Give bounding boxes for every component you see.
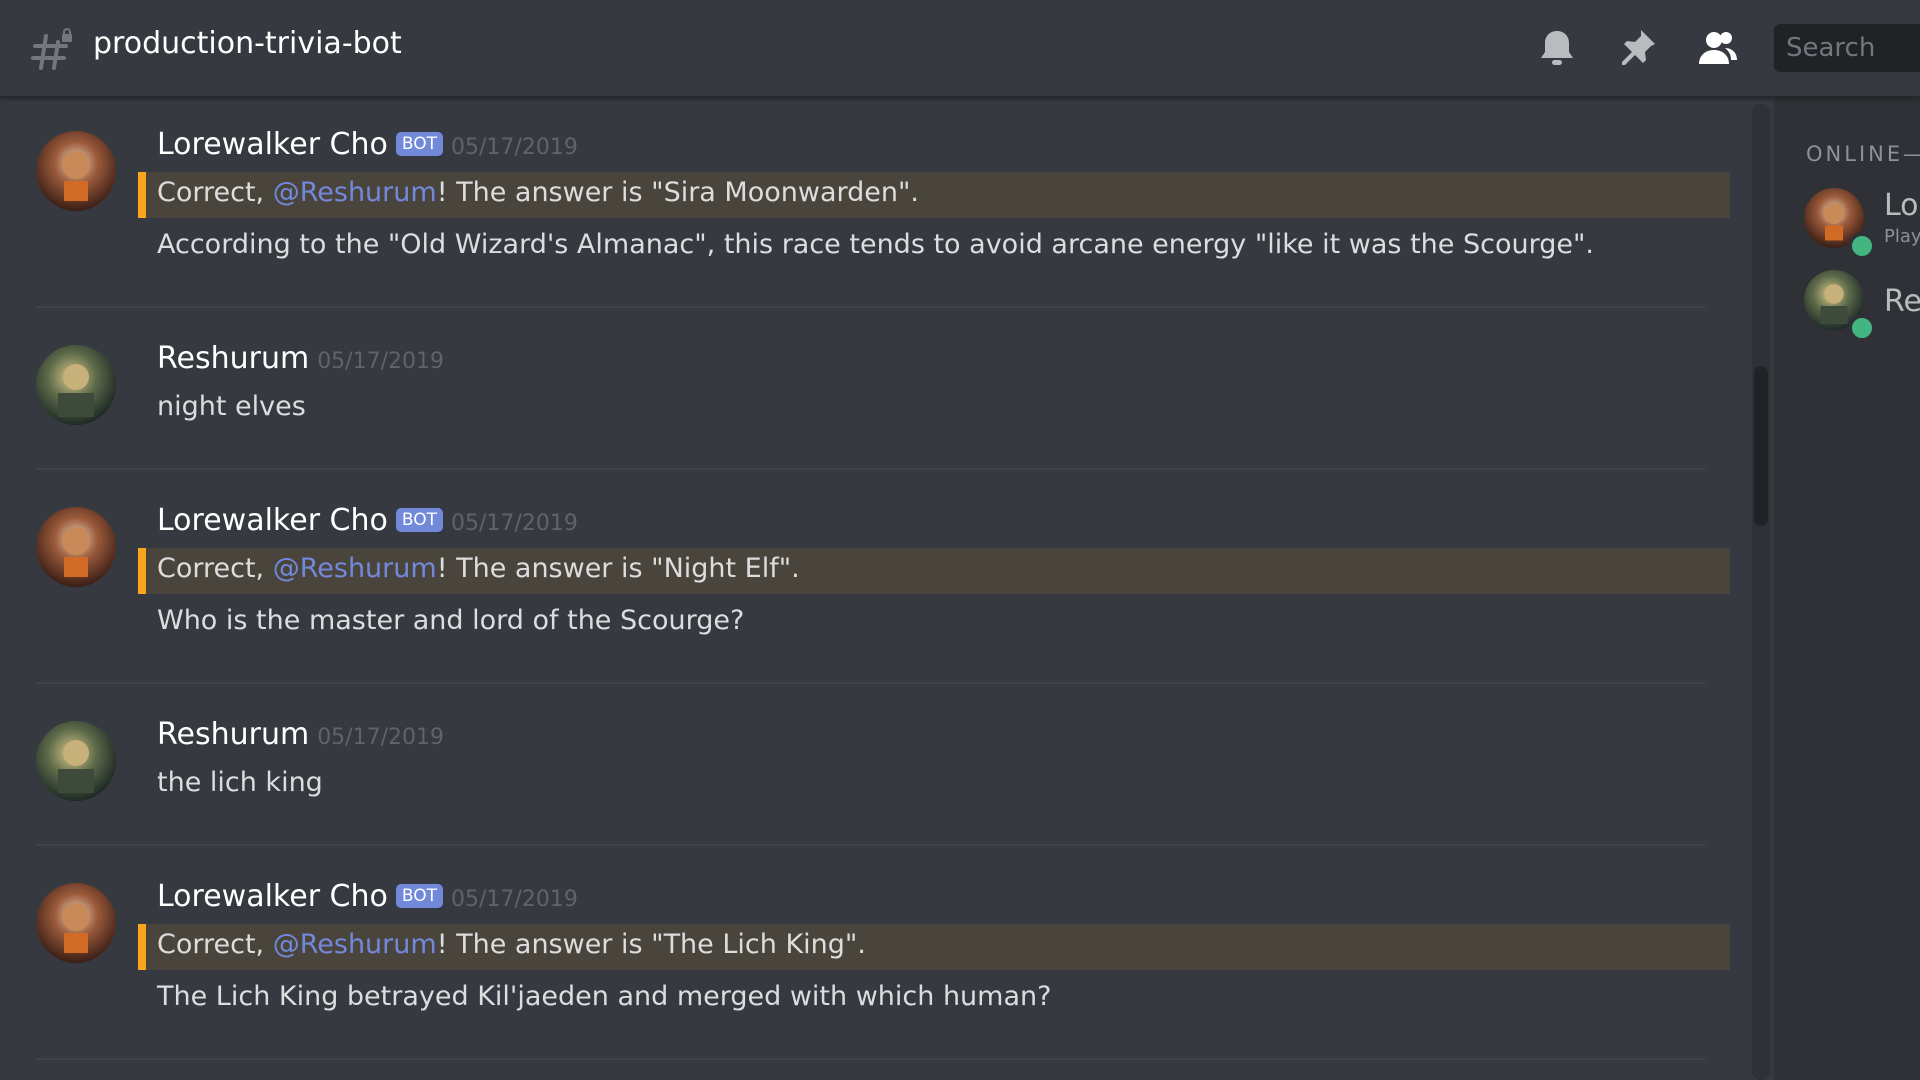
message-divider <box>36 1058 1706 1060</box>
pin-icon[interactable] <box>1615 26 1659 70</box>
member-name: Re <box>1884 284 1920 319</box>
message-list[interactable]: Lorewalker Cho BOT 05/17/2019 Correct, @Re… <box>0 98 1760 1080</box>
avatar[interactable] <box>36 507 116 587</box>
text-prefix: Correct, <box>157 929 273 960</box>
timestamp: 05/17/2019 <box>451 135 578 160</box>
message-text-highlighted: Correct, @Reshurum! The answer is "The L… <box>157 929 866 960</box>
notification-bell-icon[interactable] <box>1535 26 1579 70</box>
member-name: Lor <box>1884 188 1920 223</box>
message-text: night elves <box>157 391 306 422</box>
author-name[interactable]: Reshurum <box>157 717 309 752</box>
member-item[interactable]: Re <box>1804 270 1920 342</box>
author-name[interactable]: Lorewalker Cho <box>157 879 388 914</box>
message-text: According to the "Old Wizard's Almanac",… <box>157 229 1594 260</box>
online-status-icon <box>1848 232 1876 260</box>
channel-header: production-trivia-bot Search <box>0 0 1920 98</box>
online-header: ONLINE— <box>1806 142 1920 166</box>
user-mention[interactable]: @Reshurum <box>273 929 437 960</box>
member-activity: Play <box>1884 226 1920 247</box>
scrollbar-track[interactable] <box>1752 104 1770 1080</box>
message-text: The Lich King betrayed Kil'jaeden and me… <box>157 981 1052 1012</box>
timestamp: 05/17/2019 <box>317 725 444 750</box>
author-name[interactable]: Lorewalker Cho <box>157 503 388 538</box>
message-text: the lich king <box>157 767 323 798</box>
text-prefix: Correct, <box>157 177 273 208</box>
message-divider <box>36 306 1706 308</box>
channel-hash-locked-icon <box>31 28 72 70</box>
channel-name: production-trivia-bot <box>93 26 402 61</box>
timestamp: 05/17/2019 <box>451 887 578 912</box>
text-prefix: Correct, <box>157 553 273 584</box>
member-list-icon[interactable] <box>1695 26 1739 70</box>
message-text-highlighted: Correct, @Reshurum! The answer is "Sira … <box>157 177 919 208</box>
timestamp: 05/17/2019 <box>451 511 578 536</box>
bot-badge: BOT <box>395 508 444 532</box>
scrollbar-thumb[interactable] <box>1754 366 1768 526</box>
text-suffix: ! The answer is "The Lich King". <box>436 929 866 960</box>
message-divider <box>36 844 1706 846</box>
search-placeholder: Search <box>1786 33 1876 63</box>
user-mention[interactable]: @Reshurum <box>273 553 437 584</box>
bot-badge: BOT <box>395 132 444 156</box>
online-status-icon <box>1848 314 1876 342</box>
avatar[interactable] <box>36 345 116 425</box>
author-name[interactable]: Reshurum <box>157 341 309 376</box>
search-input[interactable]: Search <box>1774 24 1920 72</box>
message-divider <box>36 682 1706 684</box>
avatar[interactable] <box>36 883 116 963</box>
message-text: Who is the master and lord of the Scourg… <box>157 605 745 636</box>
message-text-highlighted: Correct, @Reshurum! The answer is "Night… <box>157 553 800 584</box>
timestamp: 05/17/2019 <box>317 349 444 374</box>
text-suffix: ! The answer is "Sira Moonwarden". <box>436 177 919 208</box>
message-divider <box>36 468 1706 470</box>
avatar[interactable] <box>36 131 116 211</box>
avatar[interactable] <box>36 721 116 801</box>
author-name[interactable]: Lorewalker Cho <box>157 127 388 162</box>
member-item[interactable]: Lor Play <box>1804 188 1920 260</box>
user-mention[interactable]: @Reshurum <box>273 177 437 208</box>
member-list: ONLINE— Lor Play Re <box>1774 96 1920 1080</box>
text-suffix: ! The answer is "Night Elf". <box>436 553 800 584</box>
bot-badge: BOT <box>395 884 444 908</box>
